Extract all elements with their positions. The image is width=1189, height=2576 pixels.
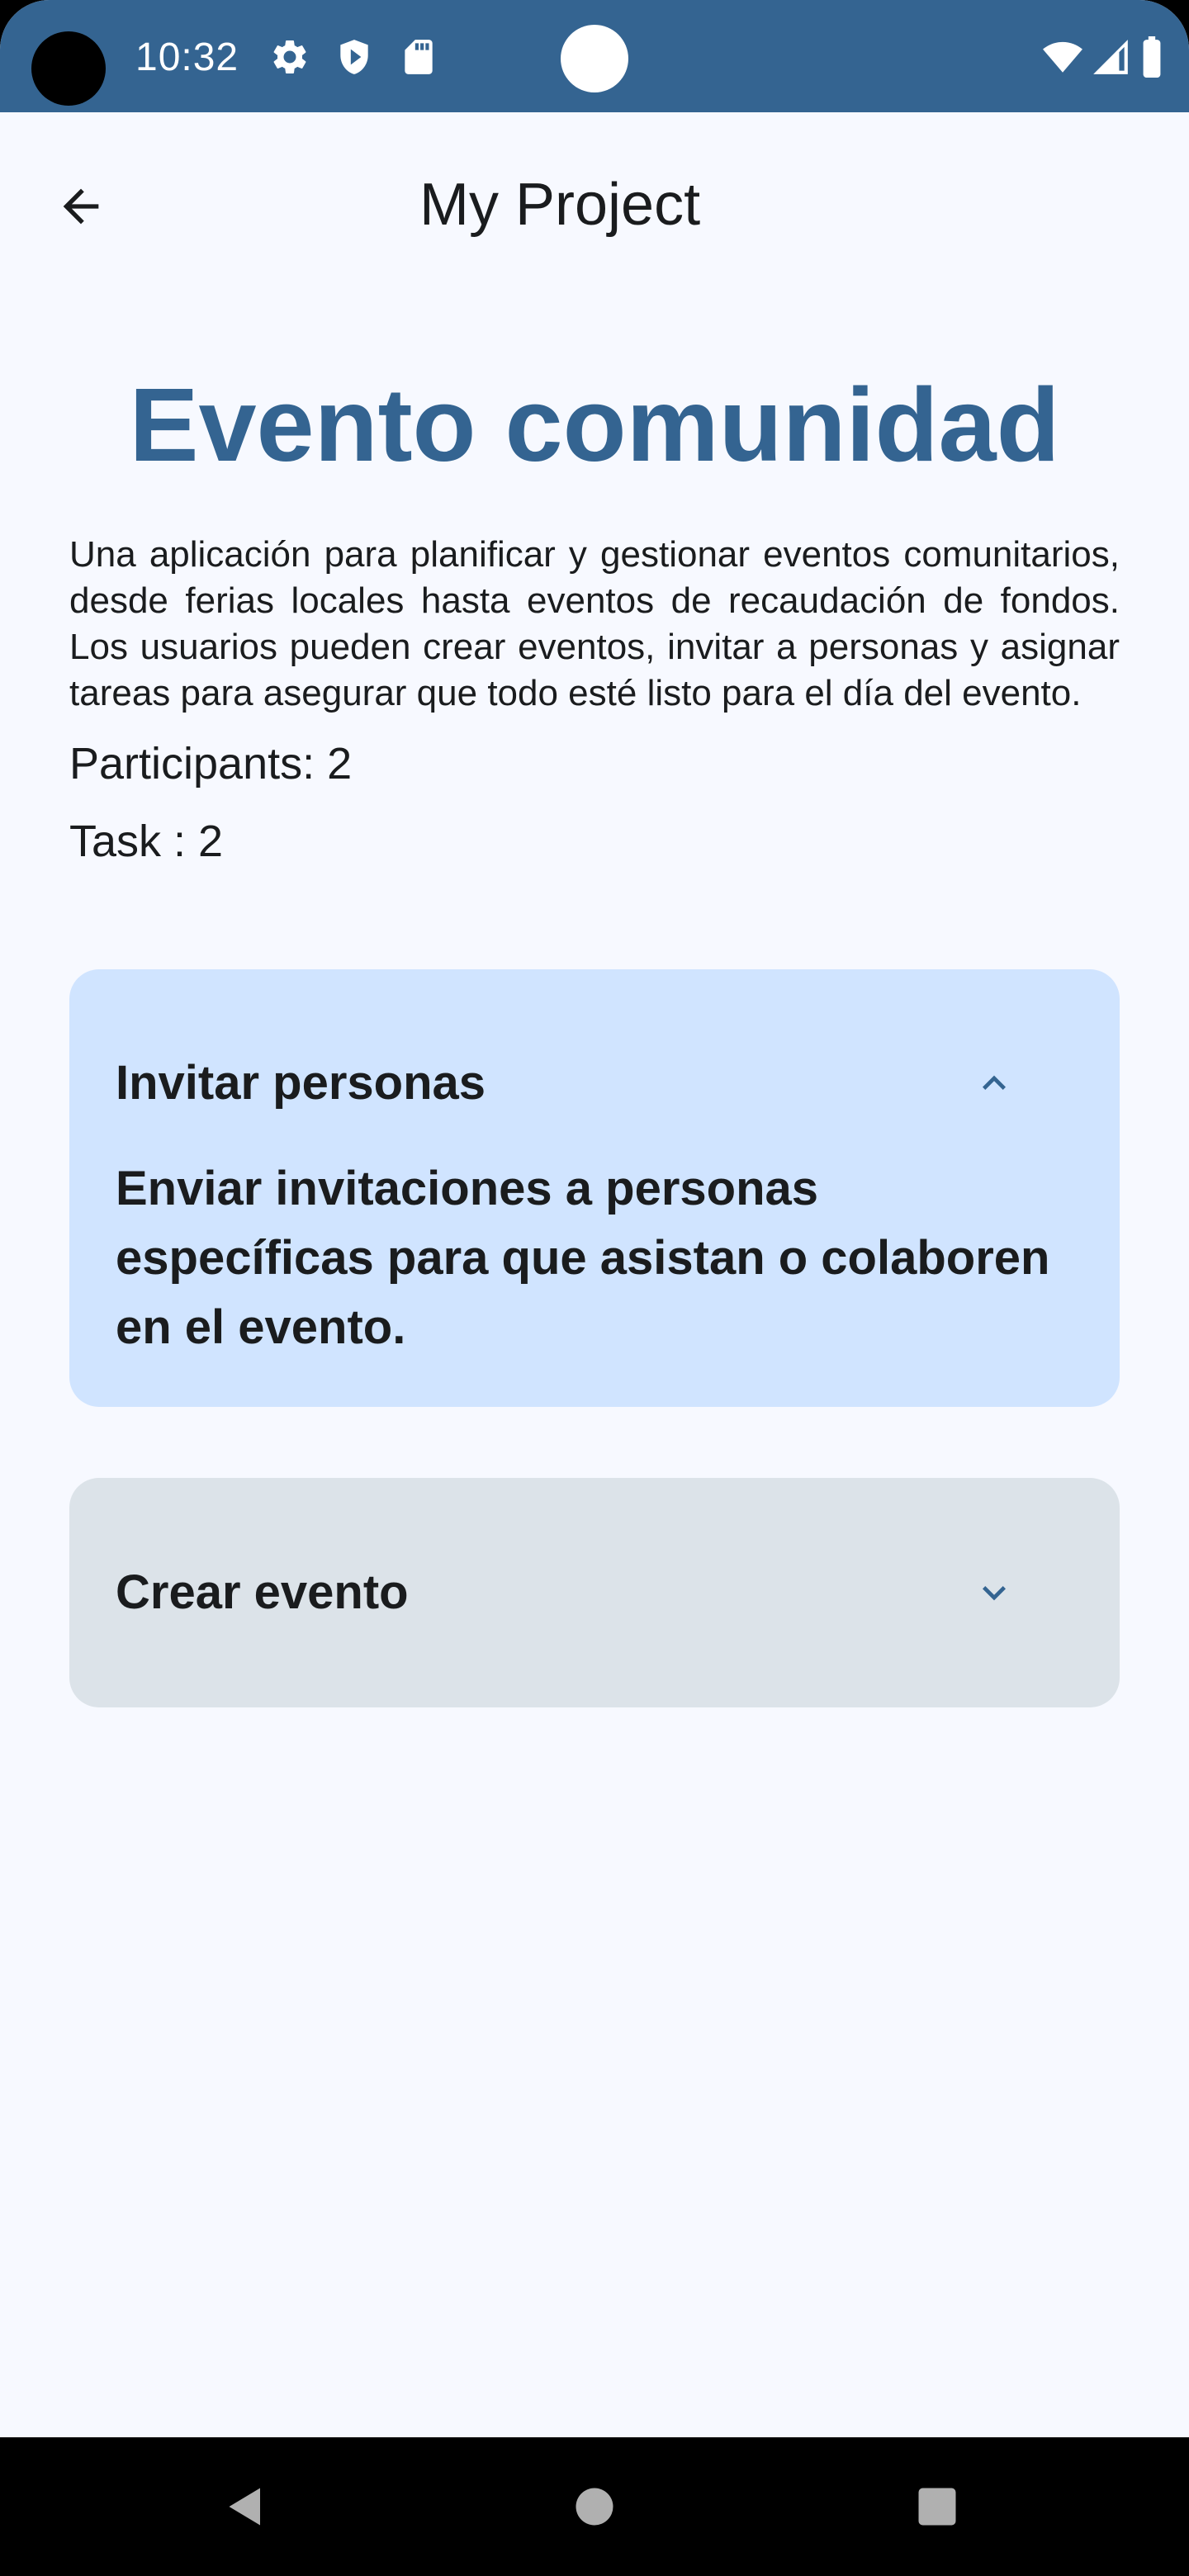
system-navigation-bar (0, 2437, 1189, 2576)
settings-icon (269, 36, 310, 78)
nav-home-icon (576, 2488, 613, 2526)
arrow-back-icon (63, 188, 99, 225)
nav-recents-button[interactable] (896, 2465, 978, 2548)
nav-home-button[interactable] (553, 2465, 636, 2548)
wifi-icon (1040, 36, 1085, 78)
app-title: My Project (419, 172, 701, 238)
event-title: Evento comunidad (129, 367, 1060, 483)
camera-cutout (31, 31, 106, 106)
status-time: 10:32 (135, 36, 239, 79)
sd-card-icon (398, 36, 439, 78)
chevron-up-icon[interactable] (961, 1050, 1027, 1116)
task-title: Invitar personas (116, 1056, 486, 1110)
camera-dot (561, 25, 628, 92)
status-bar: 10:32 (0, 0, 1189, 112)
participants-count: Participants: 2 (69, 739, 353, 788)
tasks-count: Task : 2 (69, 817, 224, 866)
battery-icon (1138, 36, 1166, 78)
task-card-crear-evento[interactable]: Crear evento (69, 1478, 1120, 1707)
task-card-invitar-personas: Invitar personas Enviar invitaciones a p… (69, 969, 1120, 1407)
phone-screen: 10:32 My Project Evento comunidad Una ap… (0, 0, 1189, 2576)
event-details: Evento comunidad Una aplicación para pla… (69, 355, 1120, 870)
signal-icon (1090, 36, 1131, 78)
task-description: Enviar invitaciones a personas específic… (116, 1162, 1050, 1354)
chevron-down-icon[interactable] (961, 1560, 1027, 1626)
task-card-header[interactable]: Crear evento (69, 1478, 1120, 1707)
nav-back-icon (229, 2488, 260, 2526)
back-button[interactable] (46, 172, 116, 241)
task-title: Crear evento (116, 1565, 409, 1619)
event-description: Una aplicación para planificar y gestion… (69, 534, 1120, 713)
shield-icon (334, 36, 375, 78)
top-app-bar: My Project (0, 112, 1189, 297)
nav-back-button[interactable] (206, 2465, 289, 2548)
nav-recents-icon (918, 2488, 956, 2526)
